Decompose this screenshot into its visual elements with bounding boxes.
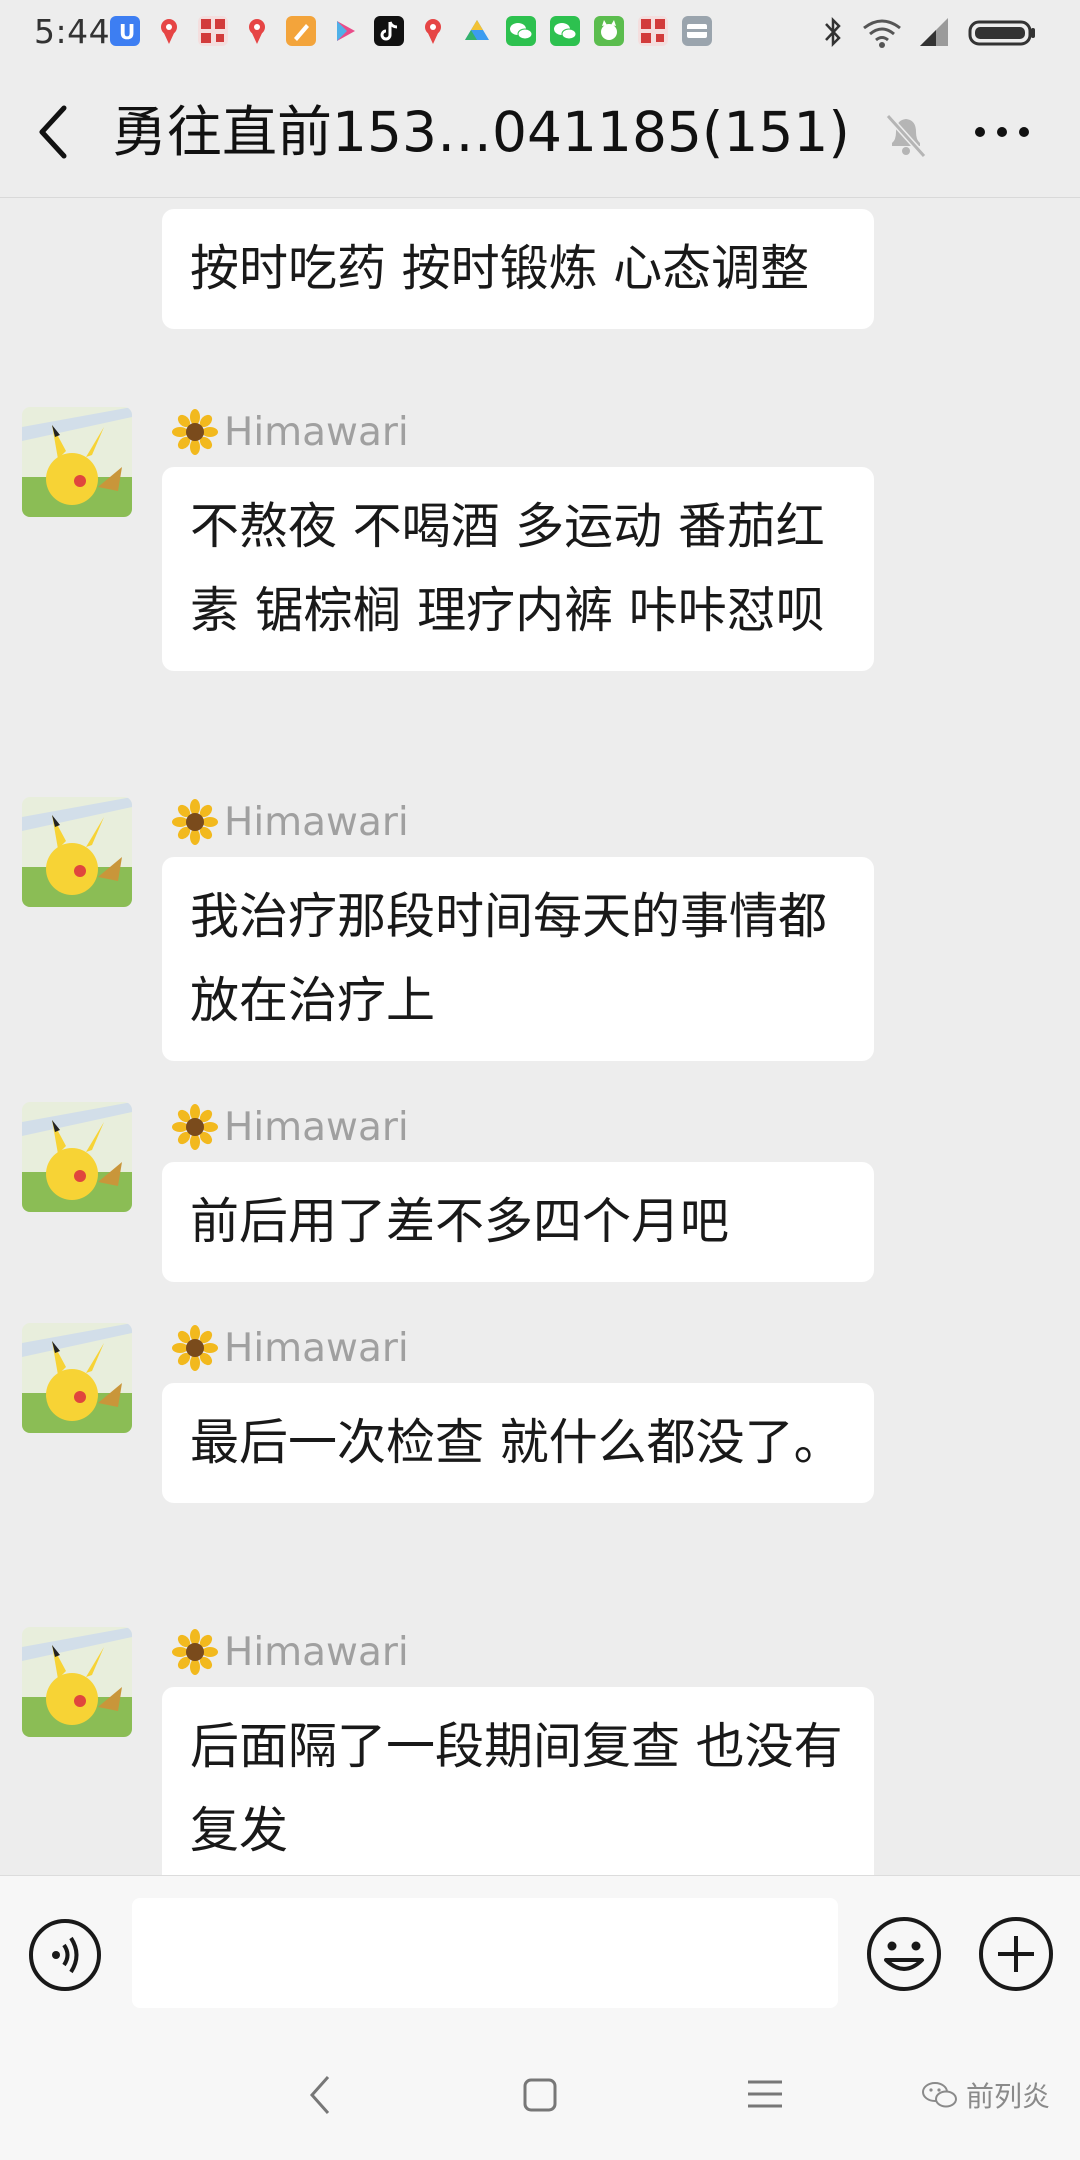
chat-message-list[interactable]: 按时吃药 按时锻炼 心态调整 Himawari 不熬夜 不喝酒 多运动 番茄红素… [0,199,1080,1875]
sender: Himawari [172,797,409,847]
message-text: 最后一次检查 就什么都没了。 [190,1414,843,1471]
message-bubble[interactable]: 前后用了差不多四个月吧 [162,1162,874,1282]
avatar[interactable] [22,407,132,517]
message-bubble[interactable]: 按时吃药 按时锻炼 心态调整 [162,209,874,329]
map-pin-icon [154,16,184,46]
wechat-watermark-icon [922,2082,957,2108]
system-icons [816,14,1056,50]
bluetooth-icon [825,16,841,48]
sunflower-icon [172,799,218,845]
sunflower-icon [172,1629,218,1675]
u-app-icon: U [110,16,140,46]
nav-home-icon[interactable] [522,2077,558,2113]
message-text: 前后用了差不多四个月吧 [190,1193,730,1250]
plus-icon[interactable] [976,1914,1056,1994]
message-bubble[interactable]: 不熬夜 不喝酒 多运动 番茄红素 锯棕榈 理疗内裤 咔咔怼呗 [162,467,874,671]
avatar[interactable] [22,1627,132,1737]
sender: Himawari [172,407,409,457]
message-text: 不熬夜 不喝酒 多运动 番茄红素 锯棕榈 理疗内裤 咔咔怼呗 [190,498,825,639]
cat-app-icon [594,16,624,46]
system-navigation-bar: 前列炎 [0,2029,1080,2160]
sunflower-icon [172,409,218,455]
wechat-icon [506,16,536,46]
svg-text:U: U [119,20,135,44]
wifi-icon [863,19,901,48]
sender-name: Himawari [224,1325,409,1371]
battery-icon [968,20,1035,46]
drive-icon [462,16,492,46]
qr-app-icon [198,16,228,46]
voice-icon[interactable] [26,1916,104,1994]
brush-app-icon [286,16,316,46]
chat-header: 勇往直前153…041185(151) [0,66,1080,198]
nav-back-icon[interactable] [306,2073,334,2117]
sender-name: Himawari [224,1629,409,1675]
qr-app-icon [638,16,668,46]
sunflower-icon [172,1325,218,1371]
sender-name: Himawari [224,1104,409,1150]
bell-off-icon[interactable] [884,110,928,160]
sender: Himawari [172,1102,409,1152]
wechat-icon [550,16,580,46]
sender-name: Himawari [224,409,409,455]
more-dots-icon[interactable] [972,122,1032,142]
input-bar [0,1875,1080,2029]
watermark-text: 前列炎 [966,2080,1051,2113]
emoji-icon[interactable] [864,1914,944,1994]
sunflower-icon [172,1104,218,1150]
message-bubble[interactable]: 后面隔了一段期间复查 也没有复发 [162,1687,874,1875]
map-pin-icon [418,16,448,46]
sender: Himawari [172,1627,409,1677]
signal-icon [920,18,948,46]
message-text: 我治疗那段时间每天的事情都放在治疗上 [190,888,828,1029]
status-time: 5:44 [34,12,111,51]
chat-title: 勇往直前153…041185(151) [112,100,850,164]
message-text: 后面隔了一段期间复查 也没有复发 [190,1718,843,1859]
play-store-icon [330,16,360,46]
sender-name: Himawari [224,799,409,845]
message-bubble[interactable]: 最后一次检查 就什么都没了。 [162,1383,874,1503]
watermark: 前列炎 [920,2075,1050,2115]
avatar[interactable] [22,1323,132,1433]
tiktok-icon [374,16,404,46]
status-bar: 5:44 U [0,0,1080,66]
chevron-left-icon[interactable] [32,102,76,162]
message-input[interactable] [132,1898,838,2008]
tray-icon [682,16,712,46]
map-pin-icon [242,16,272,46]
message-bubble[interactable]: 我治疗那段时间每天的事情都放在治疗上 [162,857,874,1061]
avatar[interactable] [22,1102,132,1212]
nav-menu-icon[interactable] [746,2079,784,2109]
message-text: 按时吃药 按时锻炼 心态调整 [190,240,810,297]
sender: Himawari [172,1323,409,1373]
avatar[interactable] [22,797,132,907]
